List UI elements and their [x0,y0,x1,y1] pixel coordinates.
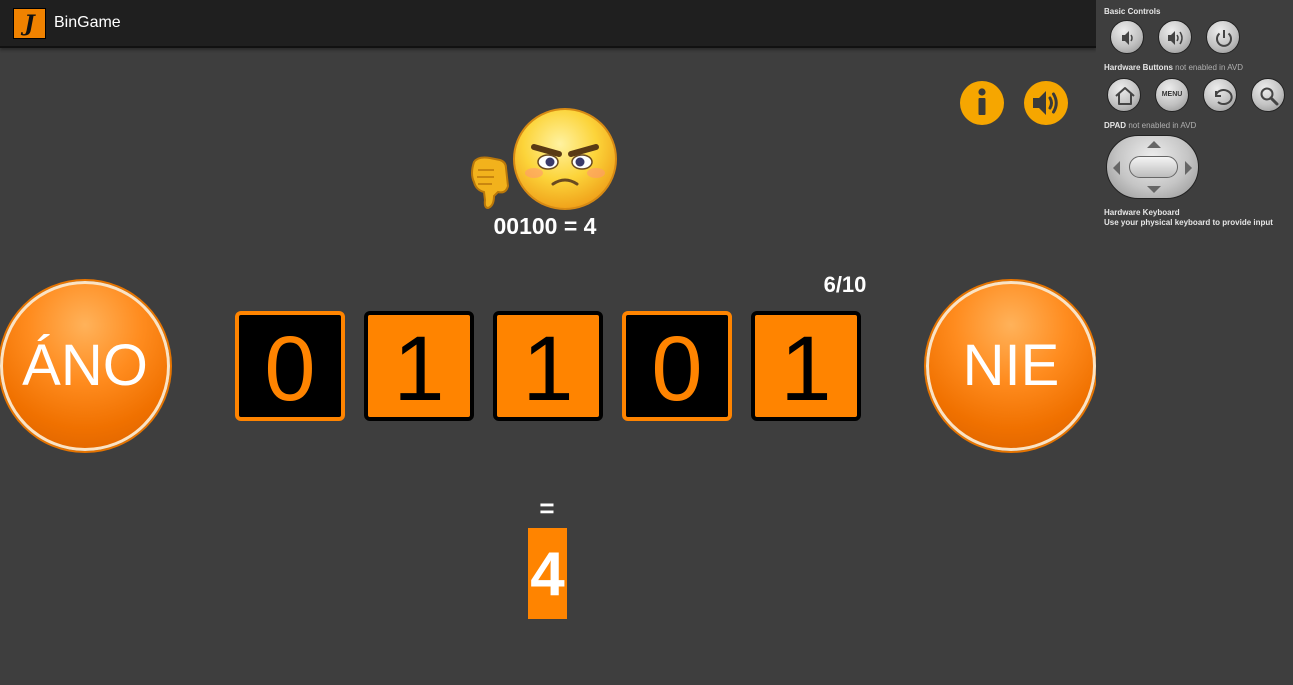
menu-button-label: MENU [1161,91,1183,98]
hardware-buttons-title: Hardware Buttons [1104,63,1173,72]
info-icon [978,88,986,115]
hardware-keyboard-note: Use your physical keyboard to provide in… [1104,218,1273,227]
basic-controls-label: Basic Controls [1104,7,1161,16]
dpad-note: not enabled in AVD [1128,121,1197,130]
dpad-center-button[interactable] [1129,156,1178,178]
bit-value: 0 [264,318,316,420]
hardware-keyboard-label: Hardware Keyboard [1104,208,1180,217]
bit-value: 1 [393,318,445,420]
emulator-control-panel: Basic Controls Hardware Buttons not enab… [1096,0,1293,685]
volume-down-icon [1122,31,1133,45]
bit-tile[interactable]: 1 [751,311,861,421]
power-button[interactable] [1206,20,1240,54]
action-bar: J BinGame [0,0,1096,48]
dpad-title: DPAD [1104,121,1127,130]
volume-up-button[interactable] [1158,20,1192,54]
back-button[interactable] [1203,78,1237,112]
power-icon [1216,30,1232,47]
hardware-buttons-note: not enabled in AVD [1175,63,1244,72]
search-button[interactable] [1251,78,1285,112]
answer-box[interactable]: 4 [528,528,567,619]
logo-letter: J [24,11,35,37]
dpad-right-arrow-icon[interactable] [1185,161,1192,175]
result-equation: 00100 = 4 [493,213,597,239]
search-icon [1260,87,1279,106]
no-button-label: NIE [962,333,1060,398]
back-icon [1215,89,1233,106]
bit-value: 1 [522,318,574,420]
thumbs-down-icon [471,156,510,210]
info-button[interactable] [960,81,1004,125]
volume-down-button[interactable] [1110,20,1144,54]
answer-value: 4 [530,540,565,609]
bit-tile[interactable]: 1 [493,311,603,421]
yes-button-label: ÁNO [22,333,148,398]
menu-button[interactable]: MENU [1155,78,1189,112]
speaker-icon [1033,91,1058,115]
dpad-down-arrow-icon[interactable] [1147,186,1161,193]
progress-counter: 6/10 [823,272,867,297]
home-button[interactable] [1107,78,1141,112]
bit-tile[interactable]: 0 [235,311,345,421]
bit-value: 1 [780,318,832,420]
equals-sign: = [539,493,555,523]
hardware-buttons-label: Hardware Buttons not enabled in AVD [1104,63,1243,72]
bit-tile[interactable]: 1 [364,311,474,421]
device-screen: J BinGame 00100 = 4 6/10 ÁNO NIE 0 1 1 0… [0,0,1096,685]
angry-face-icon [513,108,617,210]
dpad-label: DPAD not enabled in AVD [1104,121,1196,130]
dpad-up-arrow-icon[interactable] [1147,141,1161,148]
no-button[interactable]: NIE [926,281,1096,451]
volume-up-icon [1168,31,1183,45]
app-title: BinGame [54,14,121,31]
bit-tile[interactable]: 0 [622,311,732,421]
sound-button[interactable] [1024,81,1068,125]
dpad-left-arrow-icon[interactable] [1113,161,1120,175]
home-icon [1115,87,1135,105]
bit-value: 0 [651,318,703,420]
dpad[interactable] [1106,135,1199,199]
yes-button[interactable]: ÁNO [0,281,170,451]
bingame-logo-icon[interactable]: J [13,8,46,39]
